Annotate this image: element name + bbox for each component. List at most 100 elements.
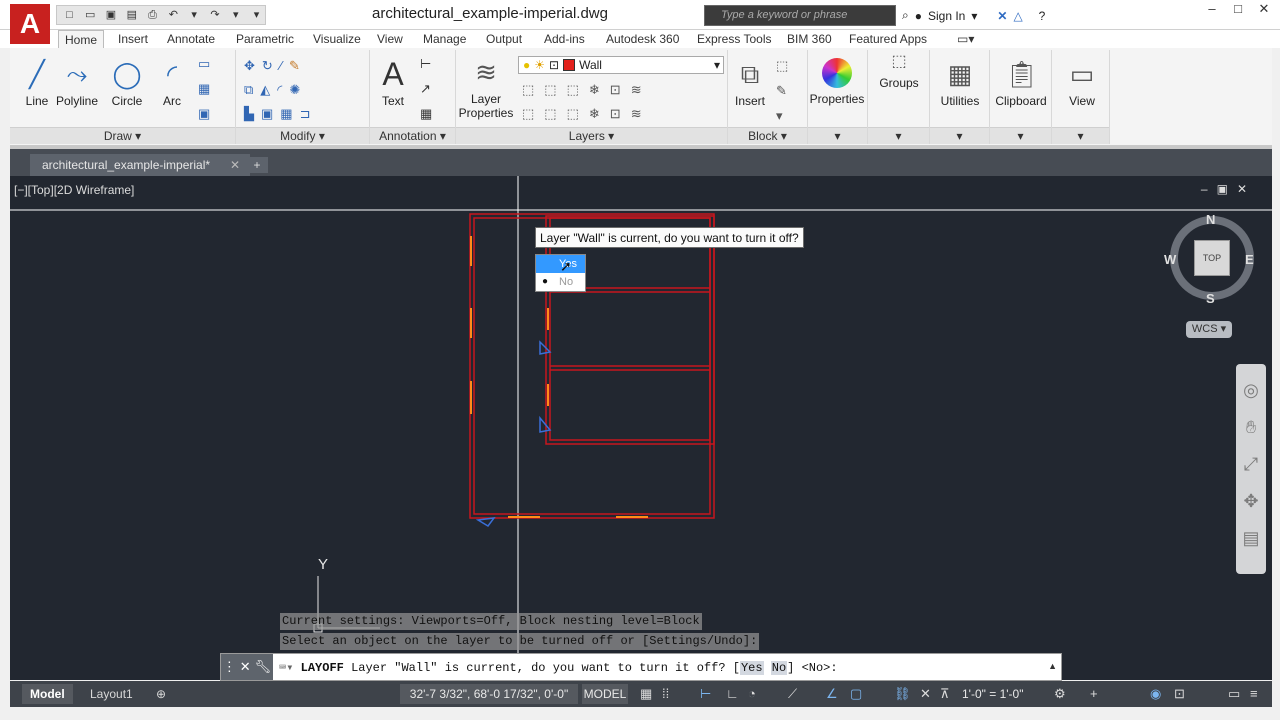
application-menu-button[interactable]: A [10, 4, 50, 44]
recent-commands-icon[interactable]: ⌨▾ [279, 661, 293, 675]
layer-thaw-icon[interactable]: ❄ [589, 106, 600, 122]
annotation-visibility-icon[interactable]: ⛓ [894, 686, 911, 702]
undo-dropdown-icon[interactable]: ▾ [186, 8, 203, 22]
polyline-button[interactable]: ⤳ Polyline [50, 58, 104, 108]
fillet-icon[interactable]: ◜ [277, 82, 282, 98]
isolate-objects-icon[interactable]: ◉ [1150, 686, 1161, 702]
customize-qat-icon[interactable]: ▾ [248, 8, 265, 22]
customize-wrench-icon[interactable]: 🔧︎ [255, 659, 272, 675]
annotation-panel-title[interactable]: Annotation ▾ [370, 127, 455, 144]
zoom-extents-icon[interactable]: ⤢ [1244, 454, 1258, 475]
close-tab-icon[interactable]: ✕ [230, 154, 240, 176]
tab-visualize[interactable]: Visualize [313, 30, 361, 48]
showmotion-icon[interactable]: ▤ [1242, 528, 1259, 549]
view-button[interactable]: ▭ View [1054, 58, 1110, 108]
layer-dropdown[interactable]: ● ☀ ⊡ Wall ▾ [518, 56, 724, 74]
close-command-line-icon[interactable]: ✕ [240, 659, 251, 675]
sign-in-button[interactable]: Sign In [928, 9, 965, 23]
customization-icon[interactable]: ≡ [1250, 686, 1258, 701]
menu-option-yes[interactable]: Yes ➚ [536, 255, 585, 274]
add-layout-icon[interactable]: ⊕ [148, 684, 174, 704]
annotation-monitor-icon[interactable]: + [1090, 686, 1098, 701]
tab-featured-apps[interactable]: Featured Apps [849, 30, 927, 48]
text-button[interactable]: A Text [370, 58, 416, 108]
block-panel-title[interactable]: Block ▾ [728, 127, 807, 144]
layer-lock-icon[interactable]: ⊡ [610, 82, 621, 98]
viewcube-top-face[interactable]: TOP [1194, 240, 1230, 276]
hardware-acceleration-icon[interactable]: ⊡ [1174, 686, 1185, 702]
grip-icon[interactable]: ⋮ [223, 659, 236, 675]
grid-icon[interactable]: ▦ [640, 686, 652, 702]
groups-expander[interactable]: ▾ [868, 127, 929, 144]
redo-icon[interactable]: ↷ [207, 8, 224, 22]
create-block-icon[interactable]: ⬚ [776, 58, 788, 74]
compass-east[interactable]: E [1245, 252, 1254, 267]
undo-icon[interactable]: ↶ [165, 8, 182, 22]
tab-model[interactable]: Model [22, 684, 73, 704]
utilities-expander[interactable]: ▾ [930, 127, 989, 144]
compass-north[interactable]: N [1206, 212, 1215, 227]
save-as-icon[interactable]: ▤ [123, 8, 140, 22]
properties-expander[interactable]: ▾ [808, 127, 867, 144]
tab-view[interactable]: View [377, 30, 403, 48]
view-expander[interactable]: ▾ [1052, 127, 1109, 144]
layer-previous-icon[interactable]: ⬚ [544, 82, 556, 98]
new-icon[interactable]: □ [61, 8, 78, 22]
copy-icon[interactable]: ⧉ [244, 82, 253, 98]
tab-express-tools[interactable]: Express Tools [697, 30, 771, 48]
viewcube[interactable]: TOP [1170, 216, 1254, 300]
layers-panel-title[interactable]: Layers ▾ [456, 127, 727, 144]
tab-output[interactable]: Output [486, 30, 522, 48]
rotate-icon[interactable]: ↻ [262, 58, 273, 74]
insert-block-button[interactable]: ⧉ Insert [728, 58, 772, 108]
trim-icon[interactable]: ⁄ [280, 58, 282, 74]
object-snap-tracking-icon[interactable]: ∠ [826, 686, 838, 702]
save-icon[interactable]: ▣ [103, 8, 120, 22]
layer-walk-icon[interactable]: ⬚ [544, 106, 556, 122]
erase-icon[interactable]: ✎ [289, 58, 300, 74]
new-tab-button[interactable]: + [246, 157, 268, 173]
workspace-gear-icon[interactable]: ⚙ [1054, 686, 1066, 702]
close-window-button[interactable]: ✕ [1248, 0, 1280, 20]
tab-home[interactable]: Home [58, 30, 105, 48]
isodraft-icon[interactable]: ⟋ [788, 686, 797, 702]
option-no[interactable]: No [770, 661, 788, 675]
tab-manage[interactable]: Manage [423, 30, 466, 48]
modify-panel-title[interactable]: Modify ▾ [236, 127, 369, 144]
command-line[interactable]: ⋮ ✕ 🔧︎ ⌨▾ LAYOFF Layer "Wall" is current… [220, 653, 1062, 681]
tab-layout1[interactable]: Layout1 [82, 684, 141, 704]
layer-properties-button[interactable]: ≋ Layer Properties [456, 56, 516, 120]
command-prompt[interactable]: ⌨▾ LAYOFF Layer "Wall" is current, do yo… [279, 660, 838, 675]
orbit-icon[interactable]: ✥ [1243, 491, 1258, 512]
layer-unlock-icon[interactable]: ⊡ [610, 106, 621, 122]
properties-button[interactable]: Properties [808, 58, 866, 106]
polar-tracking-icon[interactable]: ◔ [748, 686, 756, 701]
option-yes[interactable]: Yes [739, 661, 764, 675]
dimension-icon[interactable]: ⊢ [420, 56, 432, 72]
tab-autodesk-360[interactable]: Autodesk 360 [606, 30, 679, 48]
layer-current-icon[interactable]: ⬚ [522, 106, 534, 122]
table-icon[interactable]: ▦ [420, 106, 432, 122]
object-snap-icon[interactable]: ▢ [850, 686, 862, 702]
layer-match-icon[interactable]: ⬚ [522, 82, 534, 98]
layer-state-icon[interactable]: ≋ [631, 82, 642, 98]
tab-bim-360[interactable]: BIM 360 [787, 30, 832, 48]
help-icon[interactable]: ? [1039, 9, 1046, 23]
print-icon[interactable]: ⎙ [144, 8, 161, 22]
clipboard-expander[interactable]: ▾ [990, 127, 1051, 144]
hatch-icon[interactable]: ▦ [198, 81, 210, 97]
array-icon[interactable]: ▦ [280, 106, 292, 122]
tab-parametric[interactable]: Parametric [236, 30, 294, 48]
tab-insert[interactable]: Insert [118, 30, 148, 48]
region-icon[interactable]: ▣ [198, 106, 210, 122]
tab-add-ins[interactable]: Add-ins [544, 30, 585, 48]
layer-unisolate-icon[interactable]: ⬚ [567, 106, 579, 122]
utilities-button[interactable]: ▦ Utilities [930, 58, 990, 108]
annotation-scale-dropdown[interactable]: 1'-0" = 1'-0" [962, 684, 1023, 704]
infer-constraints-icon[interactable]: ⊢ [700, 686, 711, 702]
coordinates-readout[interactable]: 32'-7 3/32", 68'-0 17/32", 0'-0" [400, 684, 578, 704]
drawing-canvas[interactable]: [−][Top][2D Wireframe] –▣✕ Y Layer "Wall… [10, 176, 1272, 680]
annotation-scale-icon[interactable]: ⊼ [940, 686, 950, 702]
file-tab[interactable]: architectural_example-imperial* ✕ [30, 154, 250, 176]
move-icon[interactable]: ✥ [244, 58, 255, 74]
